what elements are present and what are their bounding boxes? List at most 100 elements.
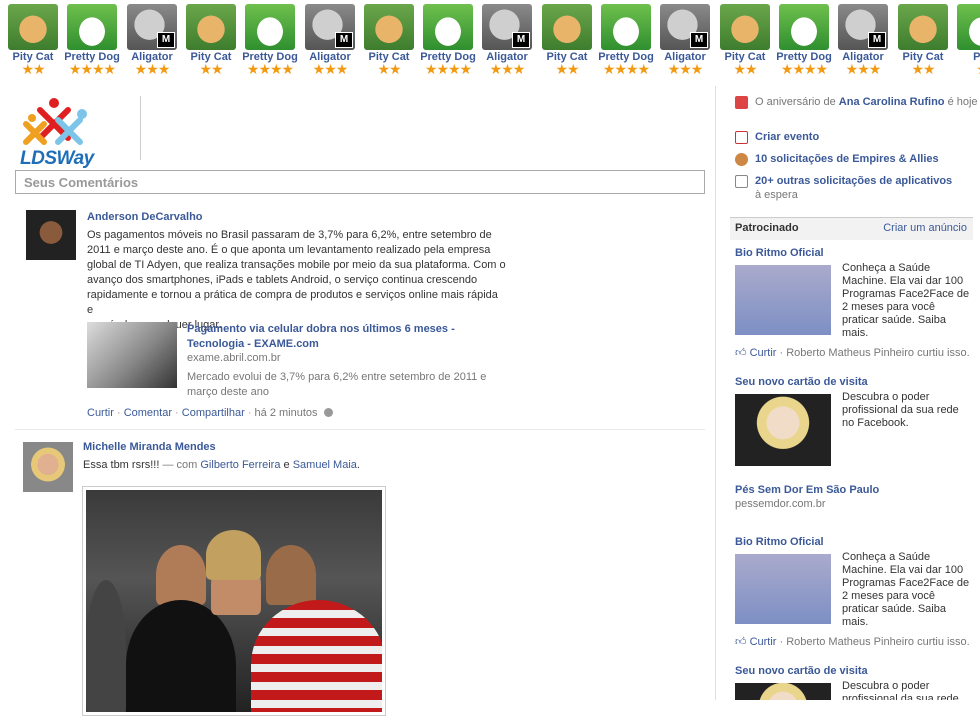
- post-text-content: Essa tbm rsrs!!!: [83, 459, 160, 471]
- post-text-line: avanço dos smartphones, iPads e tablets …: [87, 274, 478, 286]
- ad-image[interactable]: [735, 394, 831, 466]
- cat-thumbnail[interactable]: [720, 4, 770, 50]
- star-rating: ★★: [911, 61, 935, 77]
- ad-title[interactable]: Pés Sem Dor Em São Paulo: [735, 484, 879, 496]
- thumbs-up-icon: 👍︎: [735, 636, 747, 648]
- pet-item[interactable]: Pretty Dog ★★★★: [774, 0, 834, 76]
- ad-title[interactable]: Seu novo cartão de visita: [735, 665, 868, 677]
- cat-thumbnail[interactable]: [364, 4, 414, 50]
- dog-thumbnail[interactable]: [67, 4, 117, 50]
- ad-like-link[interactable]: Curtir: [750, 347, 777, 359]
- cat-thumbnail[interactable]: [8, 4, 58, 50]
- post-text: Os pagamentos móveis no Brasil passaram …: [87, 228, 507, 333]
- cat-thumbnail[interactable]: [186, 4, 236, 50]
- ad-business-card[interactable]: Seu novo cartão de visita Descubra o pod…: [735, 376, 975, 471]
- gator-thumbnail[interactable]: M: [127, 4, 177, 50]
- app-requests-text[interactable]: 20+ outras solicitações de aplicativos à…: [755, 174, 980, 202]
- pet-item[interactable]: Pretty Dog ★★★★: [240, 0, 300, 76]
- ad-bio-ritmo[interactable]: Bio Ritmo Oficial Conheça a Saúde Machin…: [735, 247, 975, 362]
- create-ad-link[interactable]: Criar um anúncio: [883, 222, 967, 234]
- pet-item[interactable]: Pity Cat ★★: [893, 0, 953, 76]
- photo-image[interactable]: [86, 490, 382, 712]
- dog-thumbnail[interactable]: [245, 4, 295, 50]
- pet-item[interactable]: Pity Cat ★★: [537, 0, 597, 76]
- gator-thumbnail[interactable]: M: [660, 4, 710, 50]
- post-author[interactable]: Anderson DeCarvalho: [87, 211, 203, 223]
- ad-image[interactable]: [735, 265, 831, 335]
- link-title[interactable]: Pagamento via celular dobra nos últimos …: [187, 322, 487, 352]
- gator-thumbnail[interactable]: M: [838, 4, 888, 50]
- link-description: Mercado evolui de 3,7% para 6,2% entre s…: [187, 371, 487, 398]
- pet-item[interactable]: Pity Cat ★★: [359, 0, 419, 76]
- pet-item[interactable]: Pity Cat ★★: [3, 0, 63, 76]
- comment-link[interactable]: Comentar: [124, 407, 172, 419]
- post-author[interactable]: Michelle Miranda Mendes: [83, 441, 216, 453]
- sponsored-title: Patrocinado: [735, 222, 799, 234]
- like-link[interactable]: Curtir: [87, 407, 114, 419]
- photo-person: [251, 600, 382, 712]
- dog-thumbnail[interactable]: [423, 4, 473, 50]
- pet-item[interactable]: M Aligator ★★★: [122, 0, 182, 76]
- right-sidebar: O aniversário de Ana Carolina Rufino é h…: [730, 86, 980, 700]
- dog-thumbnail[interactable]: [779, 4, 829, 50]
- post-text-line: 2011 e março deste ano. É o que aponta u…: [87, 244, 491, 256]
- shared-link[interactable]: Pagamento via celular dobra nos últimos …: [87, 322, 507, 398]
- star-rating: ★★★: [489, 61, 526, 77]
- star-rating: ★★★★: [246, 61, 294, 77]
- ad-title[interactable]: Seu novo cartão de visita: [735, 376, 868, 388]
- photo-person: [266, 545, 316, 605]
- pet-item[interactable]: M Aligator ★★★: [477, 0, 537, 76]
- avatar[interactable]: [26, 210, 76, 260]
- ad-social: 👍︎ Curtir · Roberto Matheus Pinheiro cur…: [735, 346, 970, 359]
- avatar[interactable]: [23, 442, 73, 492]
- post-time[interactable]: há 2 minutos: [255, 407, 318, 419]
- birthday-notification: O aniversário de Ana Carolina Rufino é h…: [735, 95, 980, 125]
- create-event-link[interactable]: Criar evento: [755, 130, 980, 144]
- pet-item[interactable]: Pretty Dog ★★★★: [62, 0, 122, 76]
- comment-input[interactable]: Seus Comentários: [15, 170, 705, 194]
- star-rating: ★★★: [845, 61, 882, 77]
- game-requests-link[interactable]: 10 solicitações de Empires & Allies: [755, 152, 980, 166]
- ldsway-logo[interactable]: LDSWay: [18, 96, 138, 169]
- post-text-line: rapidamente e tornou a prática de compra…: [87, 289, 498, 316]
- ad-pes-sem-dor[interactable]: Pés Sem Dor Em São Paulo pessemdor.com.b…: [735, 484, 975, 519]
- link-thumbnail[interactable]: [87, 322, 177, 388]
- ad-business-card[interactable]: Seu novo cartão de visita Descubra o pod…: [735, 665, 975, 700]
- pet-item[interactable]: M Aligator ★★★: [300, 0, 360, 76]
- link-title-line[interactable]: Tecnologia - EXAME.com: [187, 337, 487, 352]
- ad-like-link[interactable]: Curtir: [750, 636, 777, 648]
- pet-item[interactable]: Pity Cat ★★: [181, 0, 241, 76]
- ad-title[interactable]: Bio Ritmo Oficial: [735, 536, 824, 548]
- thumbs-up-icon: 👍︎: [735, 347, 747, 359]
- logo-text: LDSWay: [20, 148, 94, 169]
- birthday-name[interactable]: Ana Carolina Rufino: [839, 96, 945, 108]
- cat-thumbnail[interactable]: [898, 4, 948, 50]
- pet-item[interactable]: M Aligator ★★★: [655, 0, 715, 76]
- star-rating: ★★: [555, 61, 579, 77]
- gator-thumbnail[interactable]: M: [305, 4, 355, 50]
- dog-thumbnail[interactable]: [957, 4, 980, 50]
- ad-liker: · Roberto Matheus Pinheiro curtiu isso.: [779, 636, 970, 648]
- tagged-friend[interactable]: Gilberto Ferreira: [200, 459, 280, 471]
- tagged-friend[interactable]: Samuel Maia: [293, 459, 357, 471]
- dog-thumbnail[interactable]: [601, 4, 651, 50]
- pet-item[interactable]: Pretty Dog ★★★★: [596, 0, 656, 76]
- post-photo[interactable]: [82, 486, 386, 716]
- birthday-prefix: O aniversário de: [755, 96, 836, 108]
- pet-item[interactable]: M Aligator ★★★: [833, 0, 893, 76]
- ad-title[interactable]: Bio Ritmo Oficial: [735, 247, 824, 259]
- badge-icon: M: [690, 32, 708, 48]
- pet-item[interactable]: Pity Cat ★★: [715, 0, 775, 76]
- share-link[interactable]: Compartilhar: [182, 407, 245, 419]
- star-rating: ★★: [733, 61, 757, 77]
- ad-image[interactable]: [735, 683, 831, 700]
- link-title-line[interactable]: Pagamento via celular dobra nos últimos …: [187, 322, 487, 337]
- gator-thumbnail[interactable]: M: [482, 4, 532, 50]
- app-requests-link[interactable]: 20+ outras solicitações de aplicativos: [755, 174, 980, 188]
- ad-url[interactable]: pessemdor.com.br: [735, 498, 825, 510]
- ad-image[interactable]: [735, 554, 831, 624]
- cat-thumbnail[interactable]: [542, 4, 592, 50]
- pet-item[interactable]: Pretty Dog ★★★★: [418, 0, 478, 76]
- ad-bio-ritmo[interactable]: Bio Ritmo Oficial Conheça a Saúde Machin…: [735, 536, 975, 651]
- pet-item[interactable]: Pre★: [952, 0, 980, 76]
